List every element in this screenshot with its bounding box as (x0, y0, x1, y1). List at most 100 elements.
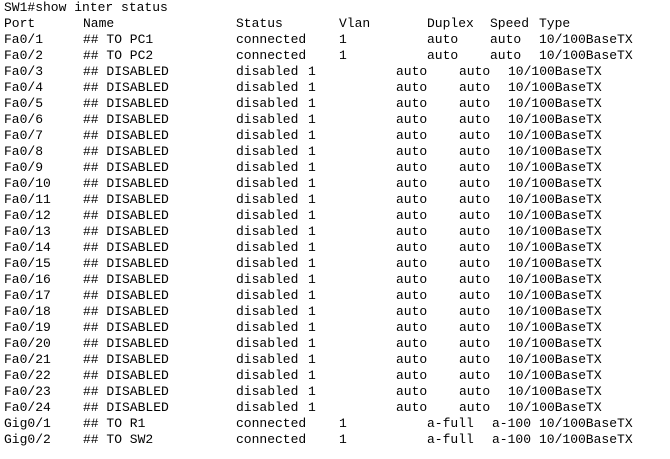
terminal-output[interactable]: SW1#show inter status Port Name Status V… (0, 0, 670, 459)
cell-vlan: 1 (308, 160, 316, 175)
cell-status: disabled (236, 240, 299, 255)
table-row: Gig0/1 ## TO R1 connected 1 a-full a-100 10/10… (4, 416, 670, 432)
cell-name: ## DISABLED (83, 176, 169, 191)
cell-speed: auto (459, 128, 491, 143)
cell-port: Gig0/2 (4, 432, 51, 447)
cell-name: ## DISABLED (83, 160, 169, 175)
cell-type: 10/100BaseTX (508, 96, 602, 111)
cell-duplex: auto (427, 32, 459, 47)
cell-vlan: 1 (308, 96, 316, 111)
cell-type: 10/100BaseTX (539, 32, 633, 47)
table-row: Fa0/5 ## DISABLED disabled 1 auto auto 10/100B… (4, 96, 670, 112)
cell-speed: auto (459, 160, 491, 175)
cell-speed: auto (459, 384, 491, 399)
cell-duplex: a-full (427, 416, 474, 431)
cell-name: ## TO R1 (83, 416, 146, 431)
cell-type: 10/100BaseTX (508, 240, 602, 255)
table-row: Fa0/11 ## DISABLED disabled 1 auto auto 10/100… (4, 192, 670, 208)
cell-type: 10/100BaseTX (508, 64, 602, 79)
table-row: Fa0/4 ## DISABLED disabled 1 auto auto 10/100B… (4, 80, 670, 96)
cell-speed: auto (459, 272, 491, 287)
cell-status: disabled (236, 256, 299, 271)
cell-status: disabled (236, 208, 299, 223)
cell-port: Fa0/16 (4, 272, 51, 287)
cell-status: disabled (236, 304, 299, 319)
cell-duplex: auto (396, 256, 428, 271)
cell-duplex: auto (396, 144, 428, 159)
cell-duplex: auto (396, 128, 428, 143)
table-row: Fa0/15 ## DISABLED disabled 1 auto auto 10/100… (4, 256, 670, 272)
cell-port: Fa0/9 (4, 160, 44, 175)
cell-name: ## DISABLED (83, 272, 169, 287)
cell-status: disabled (236, 144, 299, 159)
cell-name: ## DISABLED (83, 320, 169, 335)
cell-duplex: auto (396, 272, 428, 287)
cell-port: Fa0/3 (4, 64, 44, 79)
cell-duplex: a-full (427, 432, 474, 447)
cell-type: 10/100BaseTX (508, 160, 602, 175)
cell-vlan: 1 (308, 192, 316, 207)
cell-status: disabled (236, 384, 299, 399)
cell-speed: auto (459, 176, 491, 191)
cell-name: ## DISABLED (83, 288, 169, 303)
cell-duplex: auto (396, 192, 428, 207)
cell-status: connected (236, 48, 307, 63)
header-vlan: Vlan (339, 16, 371, 31)
cell-type: 10/100BaseTX (508, 400, 602, 415)
cell-type: 10/100BaseTX (508, 336, 602, 351)
cell-status: disabled (236, 320, 299, 335)
cell-speed: a-100 (492, 416, 532, 431)
cell-speed: a-100 (492, 432, 532, 447)
cell-name: ## DISABLED (83, 224, 169, 239)
cell-vlan: 1 (308, 288, 316, 303)
table-row: Fa0/18 ## DISABLED disabled 1 auto auto 10/100… (4, 304, 670, 320)
cell-type: 10/100BaseTX (508, 368, 602, 383)
cell-vlan: 1 (308, 208, 316, 223)
cell-type: 10/100BaseTX (508, 224, 602, 239)
header-name: Name (83, 16, 115, 31)
table-row: Fa0/22 ## DISABLED disabled 1 auto auto 10/100… (4, 368, 670, 384)
cell-vlan: 1 (308, 176, 316, 191)
cell-port: Fa0/6 (4, 112, 44, 127)
cell-type: 10/100BaseTX (508, 192, 602, 207)
table-row: Fa0/21 ## DISABLED disabled 1 auto auto 10/100… (4, 352, 670, 368)
cell-name: ## DISABLED (83, 192, 169, 207)
cell-status: disabled (236, 176, 299, 191)
header-type: Type (539, 16, 571, 31)
cell-status: connected (236, 432, 307, 447)
cell-duplex: auto (396, 384, 428, 399)
cell-status: disabled (236, 96, 299, 111)
cell-speed: auto (459, 80, 491, 95)
cell-duplex: auto (396, 368, 428, 383)
cell-status: disabled (236, 128, 299, 143)
cell-type: 10/100BaseTX (539, 432, 633, 447)
table-row: Fa0/24 ## DISABLED disabled 1 auto auto 10/100… (4, 400, 670, 416)
cell-duplex: auto (396, 320, 428, 335)
cell-type: 10/100BaseTX (508, 304, 602, 319)
cell-port: Fa0/10 (4, 176, 51, 191)
cell-port: Fa0/20 (4, 336, 51, 351)
cell-vlan: 1 (308, 320, 316, 335)
cell-type: 10/100BaseTX (508, 288, 602, 303)
header-speed: Speed (490, 16, 530, 31)
cell-name: ## DISABLED (83, 144, 169, 159)
cell-status: disabled (236, 112, 299, 127)
cell-name: ## DISABLED (83, 368, 169, 383)
cell-speed: auto (459, 208, 491, 223)
cell-vlan: 1 (308, 352, 316, 367)
cell-speed: auto (459, 64, 491, 79)
cell-type: 10/100BaseTX (508, 352, 602, 367)
cell-status: disabled (236, 400, 299, 415)
cell-type: 10/100BaseTX (508, 176, 602, 191)
cell-status: disabled (236, 352, 299, 367)
cell-vlan: 1 (308, 256, 316, 271)
cell-name: ## TO PC1 (83, 32, 154, 47)
cell-vlan: 1 (308, 400, 316, 415)
cell-duplex: auto (396, 112, 428, 127)
cell-duplex: auto (396, 176, 428, 191)
cell-duplex: auto (396, 208, 428, 223)
table-row: Fa0/1 ## TO PC1 connected 1 auto auto 10/100Ba… (4, 32, 670, 48)
cell-port: Fa0/15 (4, 256, 51, 271)
cell-vlan: 1 (308, 80, 316, 95)
cell-name: ## DISABLED (83, 96, 169, 111)
